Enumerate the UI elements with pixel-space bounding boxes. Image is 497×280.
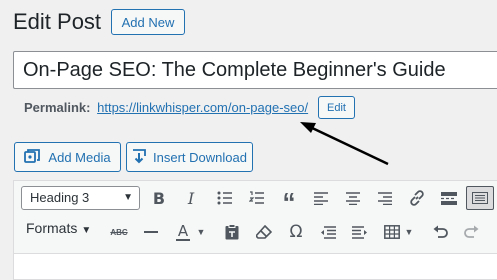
text-color-icon[interactable]: A [171,220,195,244]
align-center-icon[interactable] [341,186,365,210]
editor-toolbar: Heading 3 ▼ B I “ Formats ▼ ABC A ▼ Ω ▼ [14,181,497,254]
annotation-arrow-line [307,124,389,166]
format-select[interactable]: Heading 3 ▼ [21,186,140,210]
text-color-glyph: A [177,221,189,240]
outdent-icon[interactable] [316,220,340,244]
toolbar-toggle-icon[interactable] [466,186,494,210]
align-right-icon[interactable] [373,186,397,210]
add-media-label: Add Media [48,149,111,165]
formats-dropdown[interactable]: Formats ▼ [26,220,91,236]
strikethrough-icon[interactable]: ABC [107,220,131,244]
format-select-value: Heading 3 [30,190,90,205]
undo-icon[interactable] [428,220,452,244]
chevron-down-icon[interactable]: ▼ [194,220,208,244]
special-character-icon[interactable]: Ω [284,220,308,244]
editor[interactable]: Heading 3 ▼ B I “ Formats ▼ ABC A ▼ Ω ▼ [13,180,497,280]
insert-download-label: Insert Download [153,149,247,165]
italic-icon[interactable]: I [179,186,203,210]
bold-icon[interactable]: B [147,186,171,210]
read-more-icon[interactable] [437,186,461,210]
formats-label: Formats [26,220,78,236]
add-media-icon [24,149,41,165]
bullet-list-icon[interactable] [213,186,237,210]
paste-as-text-icon[interactable] [220,220,244,244]
annotation-arrow-head [300,122,316,133]
horizontal-line-icon[interactable] [139,220,163,244]
chevron-down-icon: ▼ [81,225,92,236]
chevron-down-icon: ▼ [123,192,133,203]
insert-download-button[interactable]: Insert Download [126,142,253,172]
align-left-icon[interactable] [309,186,333,210]
link-icon[interactable] [405,186,429,210]
clear-formatting-icon[interactable] [252,220,276,244]
add-media-button[interactable]: Add Media [14,142,121,172]
redo-icon[interactable] [460,220,484,244]
text-color-swatch [176,238,190,241]
indent-icon[interactable] [348,220,372,244]
blockquote-icon[interactable]: “ [277,186,301,215]
chevron-down-icon[interactable]: ▼ [402,220,416,244]
table-icon[interactable] [380,220,404,244]
numbered-list-icon[interactable] [245,186,269,210]
download-icon [132,149,146,165]
